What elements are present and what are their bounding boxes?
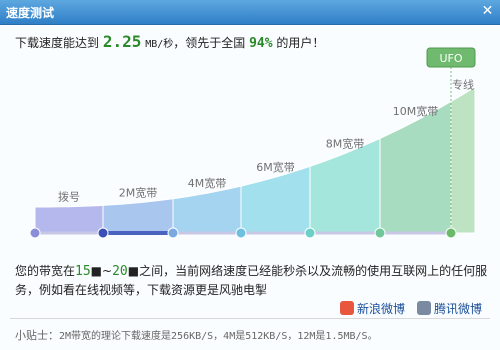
sina-label: 新浪微博 [357,302,406,316]
range-separator: ■~ [90,264,113,278]
sina-weibo-icon [340,301,354,315]
tip-text: 2M带宽的理论下载速度是256KB/S，4M是512KB/S，12M是1.5MB… [59,331,378,342]
axis-node [29,227,41,239]
band-area [102,198,174,234]
ufo-label: UFO [439,52,462,65]
tencent-label: 腾讯微博 [434,302,483,316]
tip: 小贴士：2M带宽的理论下载速度是256KB/S，4M是512KB/S，12M是1… [15,327,378,343]
axis-node [235,227,247,239]
band-label: 4M宽带 [188,176,227,190]
band-label: 6M宽带 [256,160,295,174]
band-label: 10M宽带 [393,104,439,118]
band-area [172,185,242,234]
speed-chart: UFO 拨号 2M宽带 4M宽带 6M宽带 8M宽带 10M宽带专线 [29,47,476,239]
range-end-mark: ■ [127,264,140,278]
band-area [240,165,311,234]
axis-node [445,227,457,239]
axis-node [304,227,316,239]
share-sina-button[interactable]: 新浪微博 [340,300,405,317]
description-line-1: 您的带宽在15■~20■之间，当前网络速度已经能秒杀以及流畅的使用互联网上的任何… [15,262,490,281]
band-label: 2M宽带 [119,186,158,200]
band-area [379,100,452,234]
description-line-2: 务，例如看在线视频等，下载资源更是风驰电掣 [15,283,268,297]
description-prefix: 您的带宽在 [15,264,76,278]
tip-label: 小贴士： [15,329,59,342]
tencent-weibo-icon [417,301,431,315]
divider [10,318,490,319]
axis-node [167,227,179,239]
range-high: 20 [112,264,128,279]
close-icon[interactable]: ✕ [480,4,495,19]
title-bar: 速度测试 ✕ [0,0,500,25]
band-area [309,137,381,234]
band-label: 8M宽带 [326,136,365,150]
description-suffix: 之间，当前网络速度已经能秒杀以及流畅的使用互联网上的任何服 [139,264,488,278]
axis-node [97,227,109,239]
band-label: 专线 [452,77,474,91]
range-low: 15 [75,264,91,279]
axis-node [374,227,386,239]
band-area [34,204,104,234]
bandwidth-description: 您的带宽在15■~20■之间，当前网络速度已经能秒杀以及流畅的使用互联网上的任何… [15,262,490,299]
band-area [450,86,476,234]
window-title: 速度测试 [6,6,55,20]
band-label: 拨号 [58,190,80,204]
share-tencent-button[interactable]: 腾讯微博 [417,300,482,317]
